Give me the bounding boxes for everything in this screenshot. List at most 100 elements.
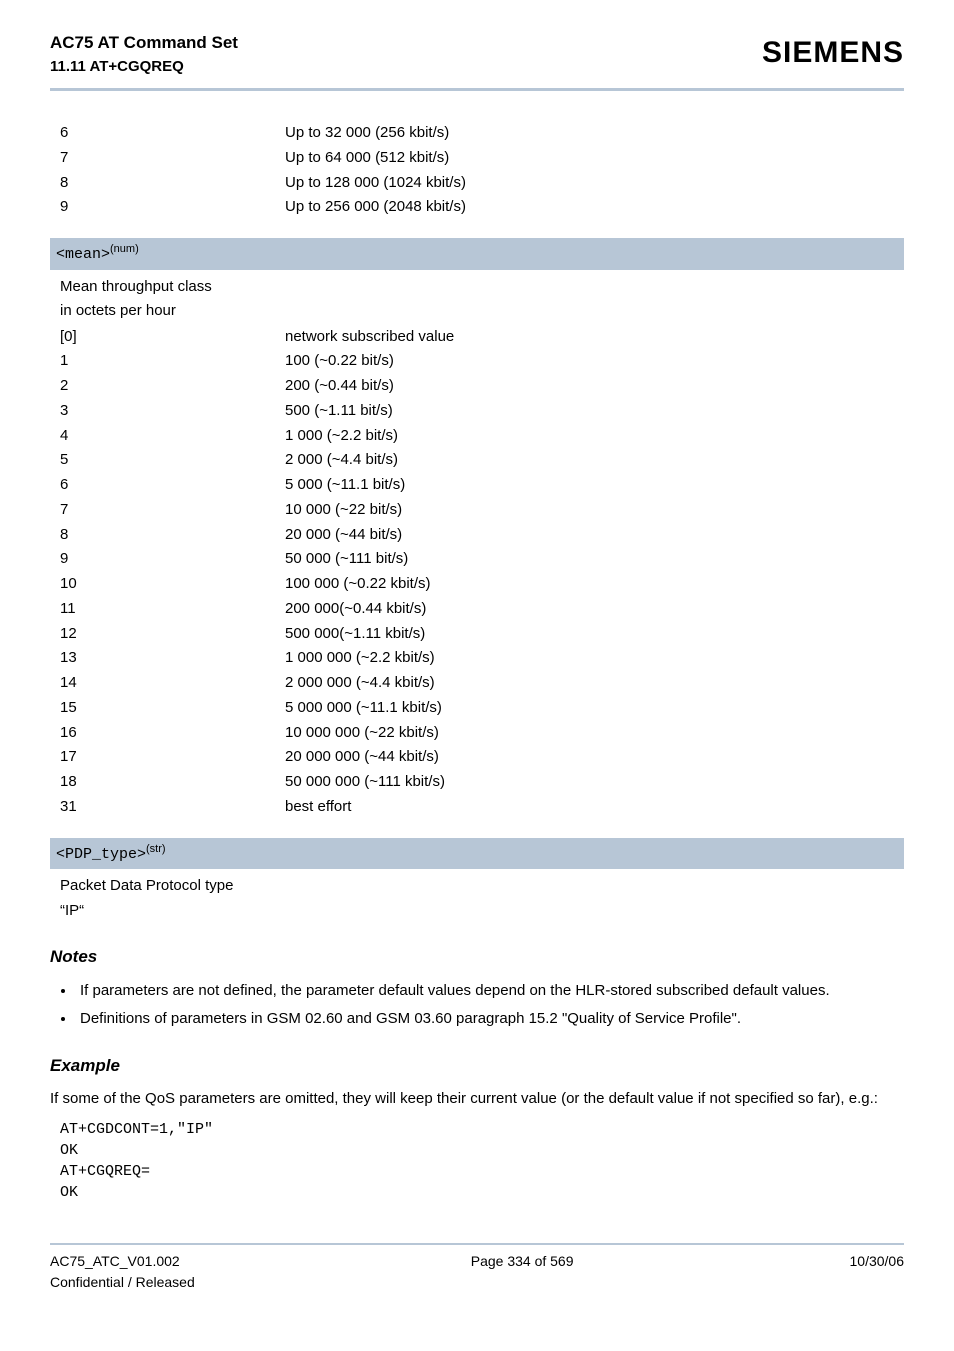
param-row: 820 000 (~44 bit/s) <box>60 523 904 548</box>
page-footer: AC75_ATC_V01.002 Confidential / Released… <box>50 1243 904 1293</box>
param-value: 10 000 000 (~22 kbit/s) <box>285 721 904 746</box>
footer-date: 10/30/06 <box>850 1251 905 1293</box>
param-key: 7 <box>60 498 285 523</box>
param-key: 12 <box>60 622 285 647</box>
brand-logo: SIEMENS <box>762 30 904 75</box>
param-row: 65 000 (~11.1 bit/s) <box>60 473 904 498</box>
param-row: 3500 (~1.11 bit/s) <box>60 399 904 424</box>
example-intro: If some of the QoS parameters are omitte… <box>50 1088 904 1111</box>
param-value: 20 000 000 (~44 kbit/s) <box>285 745 904 770</box>
param-value: 20 000 (~44 bit/s) <box>285 523 904 548</box>
param-row: 1850 000 000 (~111 kbit/s) <box>60 770 904 795</box>
param-key: 5 <box>60 448 285 473</box>
param-key: 7 <box>60 146 285 171</box>
mean-desc-2: in octets per hour <box>60 300 904 323</box>
param-key: 17 <box>60 745 285 770</box>
note-item: Definitions of parameters in GSM 02.60 a… <box>76 1008 904 1031</box>
param-key: 3 <box>60 399 285 424</box>
mean-desc-1: Mean throughput class <box>60 276 904 299</box>
notes-heading: Notes <box>50 944 904 970</box>
param-label-code: <PDP_type> <box>56 846 146 863</box>
header-left: AC75 AT Command Set 11.11 AT+CGQREQ <box>50 30 238 78</box>
param-value: 200 (~0.44 bit/s) <box>285 374 904 399</box>
param-value: 1 000 (~2.2 bit/s) <box>285 424 904 449</box>
param-key: 16 <box>60 721 285 746</box>
param-value: 50 000 000 (~111 kbit/s) <box>285 770 904 795</box>
param-row: 9Up to 256 000 (2048 kbit/s) <box>60 195 904 220</box>
param-row: 950 000 (~111 bit/s) <box>60 547 904 572</box>
param-row: 11200 000(~0.44 kbit/s) <box>60 597 904 622</box>
param-row: 7Up to 64 000 (512 kbit/s) <box>60 146 904 171</box>
param-row: 6Up to 32 000 (256 kbit/s) <box>60 121 904 146</box>
param-value: 5 000 000 (~11.1 kbit/s) <box>285 696 904 721</box>
param-value: Up to 256 000 (2048 kbit/s) <box>285 195 904 220</box>
param-value: 2 000 000 (~4.4 kbit/s) <box>285 671 904 696</box>
param-key: 11 <box>60 597 285 622</box>
param-label-pdp: <PDP_type>(str) <box>50 838 904 870</box>
param-value: 5 000 (~11.1 bit/s) <box>285 473 904 498</box>
param-row: 52 000 (~4.4 bit/s) <box>60 448 904 473</box>
note-item: If parameters are not defined, the param… <box>76 980 904 1003</box>
param-row: 12500 000(~1.11 kbit/s) <box>60 622 904 647</box>
param-value: 500 000(~1.11 kbit/s) <box>285 622 904 647</box>
example-code: AT+CGDCONT=1,"IP" OK AT+CGQREQ= OK <box>60 1119 904 1203</box>
param-key: 15 <box>60 696 285 721</box>
param-row: 8Up to 128 000 (1024 kbit/s) <box>60 171 904 196</box>
param-row: 2200 (~0.44 bit/s) <box>60 374 904 399</box>
notes-list: If parameters are not defined, the param… <box>76 980 904 1031</box>
param-key: 31 <box>60 795 285 820</box>
param-row: 31best effort <box>60 795 904 820</box>
param-row: 1610 000 000 (~22 kbit/s) <box>60 721 904 746</box>
param-key: [0] <box>60 325 285 350</box>
pdp-desc-2: “IP“ <box>60 900 904 923</box>
param-key: 4 <box>60 424 285 449</box>
param-row: 131 000 000 (~2.2 kbit/s) <box>60 646 904 671</box>
param-key: 8 <box>60 171 285 196</box>
footer-version: AC75_ATC_V01.002 <box>50 1251 195 1272</box>
param-key: 8 <box>60 523 285 548</box>
param-row: 142 000 000 (~4.4 kbit/s) <box>60 671 904 696</box>
param-label-code: <mean> <box>56 246 110 263</box>
param-value: 10 000 (~22 bit/s) <box>285 498 904 523</box>
param-label-mean: <mean>(num) <box>50 238 904 270</box>
param-row: 10100 000 (~0.22 kbit/s) <box>60 572 904 597</box>
page-header: AC75 AT Command Set 11.11 AT+CGQREQ SIEM… <box>50 30 904 91</box>
param-label-sup: (str) <box>146 843 166 855</box>
param-row: [0]network subscribed value <box>60 325 904 350</box>
param-key: 6 <box>60 473 285 498</box>
param-key: 18 <box>60 770 285 795</box>
param-row: 155 000 000 (~11.1 kbit/s) <box>60 696 904 721</box>
param-key: 2 <box>60 374 285 399</box>
mean-param-rows: [0]network subscribed value1100 (~0.22 b… <box>60 325 904 820</box>
param-row: 1100 (~0.22 bit/s) <box>60 349 904 374</box>
param-key: 9 <box>60 547 285 572</box>
param-value: 100 000 (~0.22 kbit/s) <box>285 572 904 597</box>
param-key: 14 <box>60 671 285 696</box>
param-value: Up to 128 000 (1024 kbit/s) <box>285 171 904 196</box>
param-value: Up to 64 000 (512 kbit/s) <box>285 146 904 171</box>
param-value: 2 000 (~4.4 bit/s) <box>285 448 904 473</box>
doc-title: AC75 AT Command Set <box>50 30 238 56</box>
footer-confidential: Confidential / Released <box>50 1272 195 1293</box>
top-param-rows: 6Up to 32 000 (256 kbit/s)7Up to 64 000 … <box>60 121 904 220</box>
param-label-sup: (num) <box>110 243 139 255</box>
param-value: 50 000 (~111 bit/s) <box>285 547 904 572</box>
param-key: 6 <box>60 121 285 146</box>
param-value: 1 000 000 (~2.2 kbit/s) <box>285 646 904 671</box>
param-value: best effort <box>285 795 904 820</box>
param-key: 13 <box>60 646 285 671</box>
doc-section: 11.11 AT+CGQREQ <box>50 56 238 79</box>
param-row: 710 000 (~22 bit/s) <box>60 498 904 523</box>
footer-page: Page 334 of 569 <box>471 1251 574 1293</box>
example-heading: Example <box>50 1053 904 1079</box>
param-value: 100 (~0.22 bit/s) <box>285 349 904 374</box>
param-key: 10 <box>60 572 285 597</box>
param-key: 9 <box>60 195 285 220</box>
param-value: network subscribed value <box>285 325 904 350</box>
param-value: Up to 32 000 (256 kbit/s) <box>285 121 904 146</box>
param-row: 1720 000 000 (~44 kbit/s) <box>60 745 904 770</box>
param-row: 41 000 (~2.2 bit/s) <box>60 424 904 449</box>
param-value: 500 (~1.11 bit/s) <box>285 399 904 424</box>
footer-left: AC75_ATC_V01.002 Confidential / Released <box>50 1251 195 1293</box>
param-value: 200 000(~0.44 kbit/s) <box>285 597 904 622</box>
